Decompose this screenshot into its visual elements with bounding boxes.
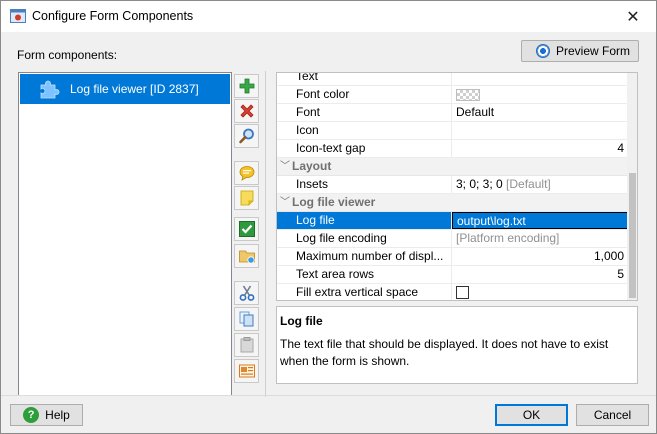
property-row-icon[interactable]: Icon	[277, 122, 628, 140]
property-table[interactable]: Text Font color Font Default Icon Icon-t…	[276, 72, 638, 301]
category-log-file-viewer[interactable]: ﹀ Log file viewer	[277, 194, 628, 212]
property-name: Font	[277, 104, 452, 121]
property-scrollbar[interactable]	[627, 73, 637, 300]
chevron-down-icon: ﹀	[280, 197, 290, 208]
footer-divider	[1, 395, 656, 396]
help-label: Help	[45, 408, 70, 422]
category-label: Layout	[292, 159, 332, 173]
cut-button[interactable]	[234, 281, 259, 305]
property-row-text-area-rows[interactable]: Text area rows 5	[277, 266, 628, 284]
add-component-button[interactable]	[234, 74, 259, 98]
note-button[interactable]	[234, 186, 259, 210]
magnifier-icon	[238, 128, 254, 144]
cancel-label: Cancel	[593, 408, 632, 422]
property-name: Log file encoding	[277, 230, 452, 247]
property-name: Icon-text gap	[277, 140, 452, 157]
property-value[interactable]: 3; 0; 3; 0 [Default]	[452, 176, 628, 193]
property-row-log-file[interactable]: Log file output\log.txt	[277, 212, 628, 230]
title-bar[interactable]: Configure Form Components ✕	[1, 1, 656, 32]
property-row-icon-text-gap[interactable]: Icon-text gap 4	[277, 140, 628, 158]
property-name: Icon	[277, 122, 452, 139]
property-name: Maximum number of displ...	[277, 248, 452, 265]
property-value[interactable]: 4	[452, 140, 628, 157]
property-row-insets[interactable]: Insets 3; 0; 3; 0 [Default]	[277, 176, 628, 194]
property-value[interactable]	[452, 122, 628, 139]
configure-form-components-dialog: Configure Form Components ✕ Form compone…	[0, 0, 657, 434]
checkmark-icon	[238, 221, 255, 237]
help-icon: ?	[23, 407, 40, 423]
picture-icon	[238, 364, 255, 378]
paste-button[interactable]	[234, 333, 259, 357]
tree-item-log-file-viewer[interactable]: Log file viewer [ID 2837]	[20, 74, 230, 104]
ok-button[interactable]: OK	[495, 404, 568, 426]
property-description: Log file The text file that should be di…	[276, 306, 638, 384]
cancel-button[interactable]: Cancel	[576, 404, 649, 426]
property-row-max-lines[interactable]: Maximum number of displ... 1,000	[277, 248, 628, 266]
copy-icon	[239, 311, 253, 327]
category-layout[interactable]: ﹀ Layout	[277, 158, 628, 176]
window-title: Configure Form Components	[32, 9, 194, 23]
description-title: Log file	[280, 314, 323, 328]
scrollbar-thumb[interactable]	[629, 173, 636, 298]
puzzle-icon	[38, 79, 60, 99]
property-value[interactable]: 5	[452, 266, 628, 283]
tree-item-label: Log file viewer [ID 2837]	[70, 82, 199, 96]
delete-component-button[interactable]	[234, 99, 259, 123]
preview-form-label: Preview Form	[556, 44, 631, 58]
scissors-icon	[239, 285, 254, 301]
property-name: Fill extra vertical space	[277, 284, 452, 300]
app-window-icon	[10, 9, 26, 23]
chevron-down-icon: ﹀	[280, 161, 290, 172]
folder-icon	[238, 250, 255, 264]
ok-label: OK	[522, 408, 541, 422]
image-button[interactable]	[234, 359, 259, 383]
property-value[interactable]	[452, 86, 628, 103]
log-file-input[interactable]: output\log.txt	[452, 212, 628, 229]
property-row-log-file-encoding[interactable]: Log file encoding [Platform encoding]	[277, 230, 628, 248]
property-value[interactable]	[452, 73, 628, 85]
comment-button[interactable]	[234, 161, 259, 185]
property-value[interactable]	[452, 284, 628, 300]
delete-x-icon	[239, 104, 254, 118]
help-button[interactable]: ? Help	[10, 404, 83, 426]
insets-value: 3; 0; 3; 0	[456, 177, 503, 191]
panel-splitter[interactable]	[265, 71, 266, 397]
property-row-fill-vertical-space[interactable]: Fill extra vertical space	[277, 284, 628, 300]
property-name: Log file	[277, 212, 452, 229]
description-body: The text file that should be displayed. …	[280, 337, 609, 368]
property-name: Text	[277, 73, 452, 85]
property-value[interactable]: [Platform encoding]	[452, 230, 628, 247]
close-icon: ✕	[626, 8, 640, 26]
sticky-note-icon	[240, 190, 253, 206]
close-button[interactable]: ✕	[610, 1, 656, 32]
fill-vertical-space-checkbox[interactable]	[456, 286, 469, 299]
eye-icon	[536, 44, 550, 58]
paste-icon	[240, 337, 253, 353]
property-value[interactable]: 1,000	[452, 248, 628, 265]
copy-button[interactable]	[234, 307, 259, 331]
category-label: Log file viewer	[292, 195, 376, 209]
speech-bubble-icon	[239, 166, 254, 181]
preview-form-button[interactable]: Preview Form	[521, 40, 639, 62]
search-component-button[interactable]	[234, 124, 259, 148]
property-name: Text area rows	[277, 266, 452, 283]
property-name: Insets	[277, 176, 452, 193]
property-value[interactable]: Default	[452, 104, 628, 121]
check-button[interactable]	[234, 217, 259, 241]
form-components-tree[interactable]: Log file viewer [ID 2837]	[18, 72, 232, 396]
property-name: Font color	[277, 86, 452, 103]
property-row-text[interactable]: Text	[277, 73, 628, 86]
default-suffix: [Default]	[506, 177, 551, 191]
folder-button[interactable]	[234, 244, 259, 268]
plus-icon	[239, 78, 254, 94]
color-swatch-icon	[456, 89, 480, 101]
property-row-font-color[interactable]: Font color	[277, 86, 628, 104]
property-row-font[interactable]: Font Default	[277, 104, 628, 122]
form-components-label: Form components:	[17, 48, 118, 62]
